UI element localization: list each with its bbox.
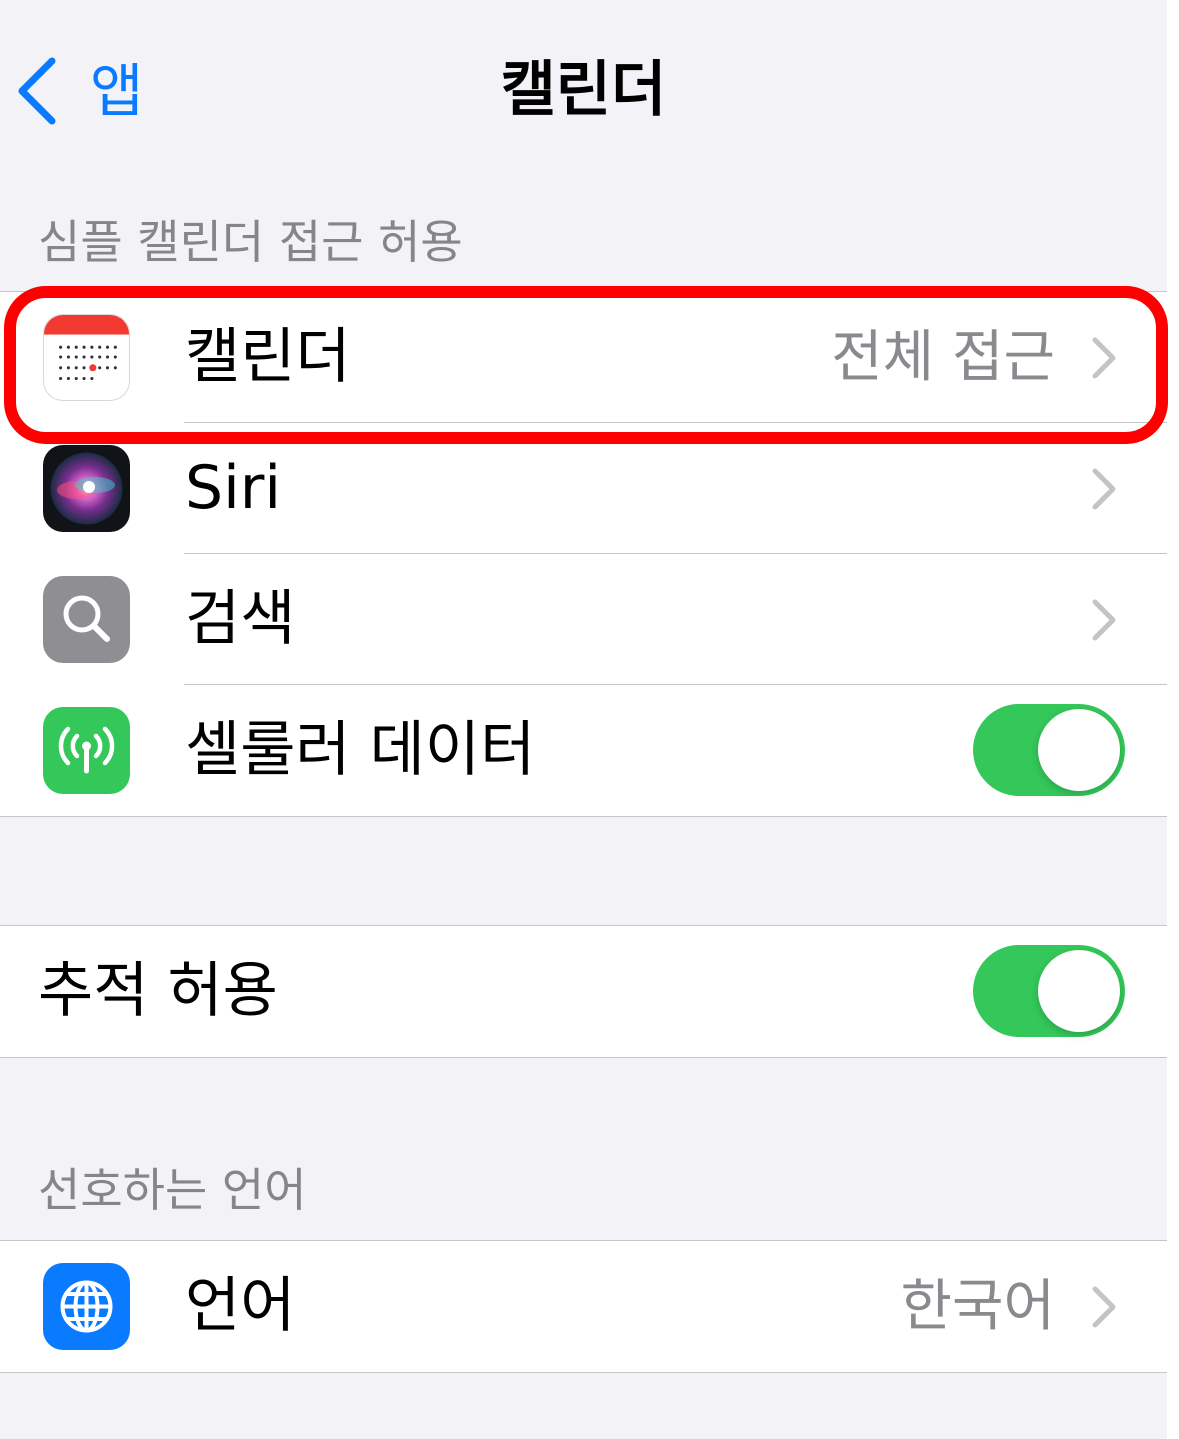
tracking-label: 추적 허용 xyxy=(38,956,278,1026)
toggle-knob xyxy=(1038,709,1120,791)
chevron-right-icon xyxy=(1092,468,1116,510)
language-value: 한국어 xyxy=(900,1274,1055,1339)
tracking-toggle[interactable] xyxy=(973,945,1125,1037)
language-row[interactable]: 언어 한국어 xyxy=(0,1241,1167,1372)
calendar-icon xyxy=(43,314,130,401)
cellular-antenna-icon xyxy=(43,707,130,794)
language-section-header: 선호하는 언어 xyxy=(38,1163,307,1217)
navigation-bar: 앱 캘린더 xyxy=(0,0,1167,180)
cellular-data-row: 셀룰러 데이터 xyxy=(0,685,1167,816)
chevron-right-icon xyxy=(1092,599,1116,641)
tracking-row: 추적 허용 xyxy=(0,926,1167,1057)
search-icon xyxy=(43,576,130,663)
settings-screen: 앱 캘린더 심플 캘린더 접근 허용 캘린더 전체 접근 Siri 검색 셀룰러… xyxy=(0,0,1168,1439)
language-label: 언어 xyxy=(185,1271,296,1341)
calendar-access-value: 전체 접근 xyxy=(831,325,1055,390)
search-label: 검색 xyxy=(185,584,296,654)
siri-icon xyxy=(43,445,130,532)
search-row[interactable]: 검색 xyxy=(0,554,1167,685)
siri-label: Siri xyxy=(185,453,282,523)
toggle-knob xyxy=(1038,950,1120,1032)
cellular-data-toggle[interactable] xyxy=(973,704,1125,796)
access-section-header: 심플 캘린더 접근 허용 xyxy=(38,215,463,269)
language-group: 언어 한국어 xyxy=(0,1240,1167,1373)
globe-icon xyxy=(43,1263,130,1350)
chevron-right-icon xyxy=(1092,1286,1116,1328)
calendar-access-row[interactable]: 캘린더 전체 접근 xyxy=(0,292,1167,423)
access-group: 캘린더 전체 접근 Siri 검색 셀룰러 데이터 xyxy=(0,291,1167,817)
cellular-data-label: 셀룰러 데이터 xyxy=(185,715,536,785)
calendar-label: 캘린더 xyxy=(185,322,351,392)
siri-row[interactable]: Siri xyxy=(0,423,1167,554)
page-title: 캘린더 xyxy=(500,55,667,125)
tracking-group: 추적 허용 xyxy=(0,925,1167,1058)
chevron-right-icon xyxy=(1092,337,1116,379)
